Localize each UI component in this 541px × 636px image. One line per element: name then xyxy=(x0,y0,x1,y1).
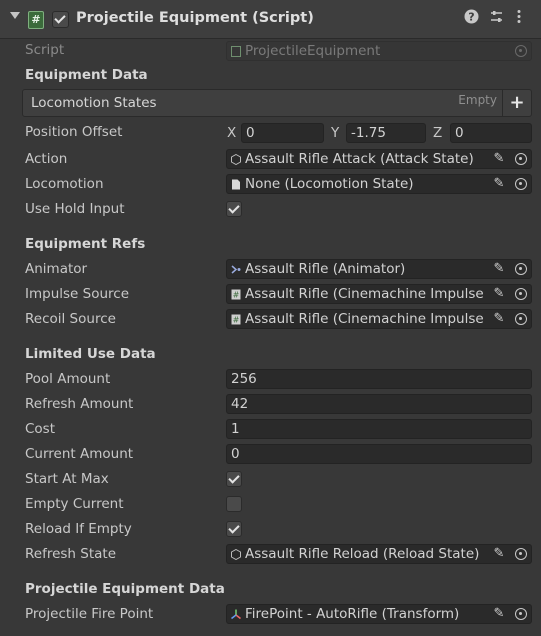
section-projectile-equipment-data: Projectile Equipment Data xyxy=(25,581,225,597)
object-picker-icon xyxy=(515,45,527,57)
refresh-state-field[interactable]: Assault Rifle Reload (Reload State) ✎ xyxy=(226,544,532,564)
document-icon xyxy=(232,179,240,190)
action-field[interactable]: Assault Rifle Attack (Attack State) ✎ xyxy=(226,149,532,169)
start-at-max-toggle[interactable] xyxy=(226,471,242,487)
object-picker-icon[interactable] xyxy=(515,313,527,325)
object-picker-icon[interactable] xyxy=(515,178,527,190)
section-limited-use-data: Limited Use Data xyxy=(25,346,156,362)
object-picker-icon[interactable] xyxy=(515,288,527,300)
animator-field[interactable]: Assault Rifle (Animator) ✎ xyxy=(226,259,532,279)
script-component-icon: # xyxy=(231,314,241,325)
x-axis-label: X xyxy=(227,125,237,141)
state-asset-icon xyxy=(231,549,241,560)
svg-text:?: ? xyxy=(468,11,474,24)
check-icon xyxy=(54,12,66,24)
pool-amount-label: Pool Amount xyxy=(25,371,111,387)
component-enabled-toggle[interactable] xyxy=(52,11,69,28)
check-icon xyxy=(228,202,240,214)
locomotion-field[interactable]: None (Locomotion State) ✎ xyxy=(226,174,532,194)
check-icon xyxy=(228,522,240,534)
recoil-source-field[interactable]: # Assault Rifle (Cinemachine Impulse S ✎ xyxy=(226,309,532,329)
pencil-icon[interactable]: ✎ xyxy=(491,151,507,167)
list-empty-text: Empty xyxy=(458,93,497,107)
refresh-amount-input[interactable]: 42 xyxy=(226,394,532,414)
locomotion-states-label: Locomotion States xyxy=(31,95,157,111)
pencil-icon[interactable]: ✎ xyxy=(491,261,507,277)
use-hold-input-label: Use Hold Input xyxy=(25,201,125,217)
check-icon xyxy=(228,472,240,484)
use-hold-input-toggle[interactable] xyxy=(226,201,242,217)
cost-input[interactable]: 1 xyxy=(226,419,532,439)
help-icon[interactable]: ? xyxy=(464,9,479,28)
svg-text:#: # xyxy=(233,291,240,300)
pencil-icon[interactable]: ✎ xyxy=(491,176,507,192)
object-picker-icon[interactable] xyxy=(515,263,527,275)
empty-current-toggle[interactable] xyxy=(226,496,242,512)
z-axis-label: Z xyxy=(433,125,443,141)
script-file-icon xyxy=(231,46,241,57)
current-amount-label: Current Amount xyxy=(25,446,134,462)
current-amount-input[interactable]: 0 xyxy=(226,444,532,464)
reload-if-empty-label: Reload If Empty xyxy=(25,521,132,537)
position-y-input[interactable]: -1.75 xyxy=(346,123,426,143)
component-title: Projectile Equipment (Script) xyxy=(76,10,314,26)
locomotion-states-list[interactable]: Locomotion States Empty + xyxy=(22,89,532,117)
impulse-source-field[interactable]: # Assault Rifle (Cinemachine Impulse S ✎ xyxy=(226,284,532,304)
state-asset-icon xyxy=(231,154,241,165)
object-picker-icon[interactable] xyxy=(515,548,527,560)
refresh-amount-label: Refresh Amount xyxy=(25,396,134,412)
position-x-input[interactable]: 0 xyxy=(241,123,324,143)
projectile-fire-point-label: Projectile Fire Point xyxy=(25,606,154,622)
component-header: # Projectile Equipment (Script) ? xyxy=(0,0,541,39)
y-axis-label: Y xyxy=(331,125,340,141)
svg-text:#: # xyxy=(233,316,240,325)
pencil-icon[interactable]: ✎ xyxy=(491,546,507,562)
start-at-max-label: Start At Max xyxy=(25,471,109,487)
locomotion-label: Locomotion xyxy=(25,176,104,192)
kebab-menu-icon[interactable] xyxy=(516,9,522,28)
plus-icon[interactable]: + xyxy=(502,90,531,116)
cost-label: Cost xyxy=(25,421,56,437)
projectile-fire-point-field[interactable]: FirePoint - AutoRifle (Transform) ✎ xyxy=(226,604,532,624)
position-z-input[interactable]: 0 xyxy=(450,123,532,143)
refresh-state-label: Refresh State xyxy=(25,546,117,562)
script-icon: # xyxy=(28,11,44,29)
section-equipment-refs: Equipment Refs xyxy=(25,236,146,252)
pencil-icon[interactable]: ✎ xyxy=(491,286,507,302)
section-equipment-data: Equipment Data xyxy=(25,67,148,83)
empty-current-label: Empty Current xyxy=(25,496,124,512)
animator-label: Animator xyxy=(25,261,88,277)
script-component-icon: # xyxy=(231,289,241,300)
animator-icon xyxy=(231,265,241,274)
script-field: ProjectileEquipment xyxy=(226,41,532,61)
reload-if-empty-toggle[interactable] xyxy=(226,521,242,537)
pool-amount-input[interactable]: 256 xyxy=(226,369,532,389)
fold-arrow-icon[interactable] xyxy=(10,12,20,19)
position-offset-label: Position Offset xyxy=(25,124,123,140)
presets-icon[interactable] xyxy=(489,9,504,28)
pencil-icon[interactable]: ✎ xyxy=(491,311,507,327)
impulse-source-label: Impulse Source xyxy=(25,286,130,302)
action-label: Action xyxy=(25,151,68,167)
object-picker-icon[interactable] xyxy=(515,153,527,165)
recoil-source-label: Recoil Source xyxy=(25,311,116,327)
pencil-icon[interactable]: ✎ xyxy=(491,606,507,622)
transform-icon xyxy=(231,609,241,620)
script-label: Script xyxy=(25,42,65,58)
object-picker-icon[interactable] xyxy=(515,608,527,620)
